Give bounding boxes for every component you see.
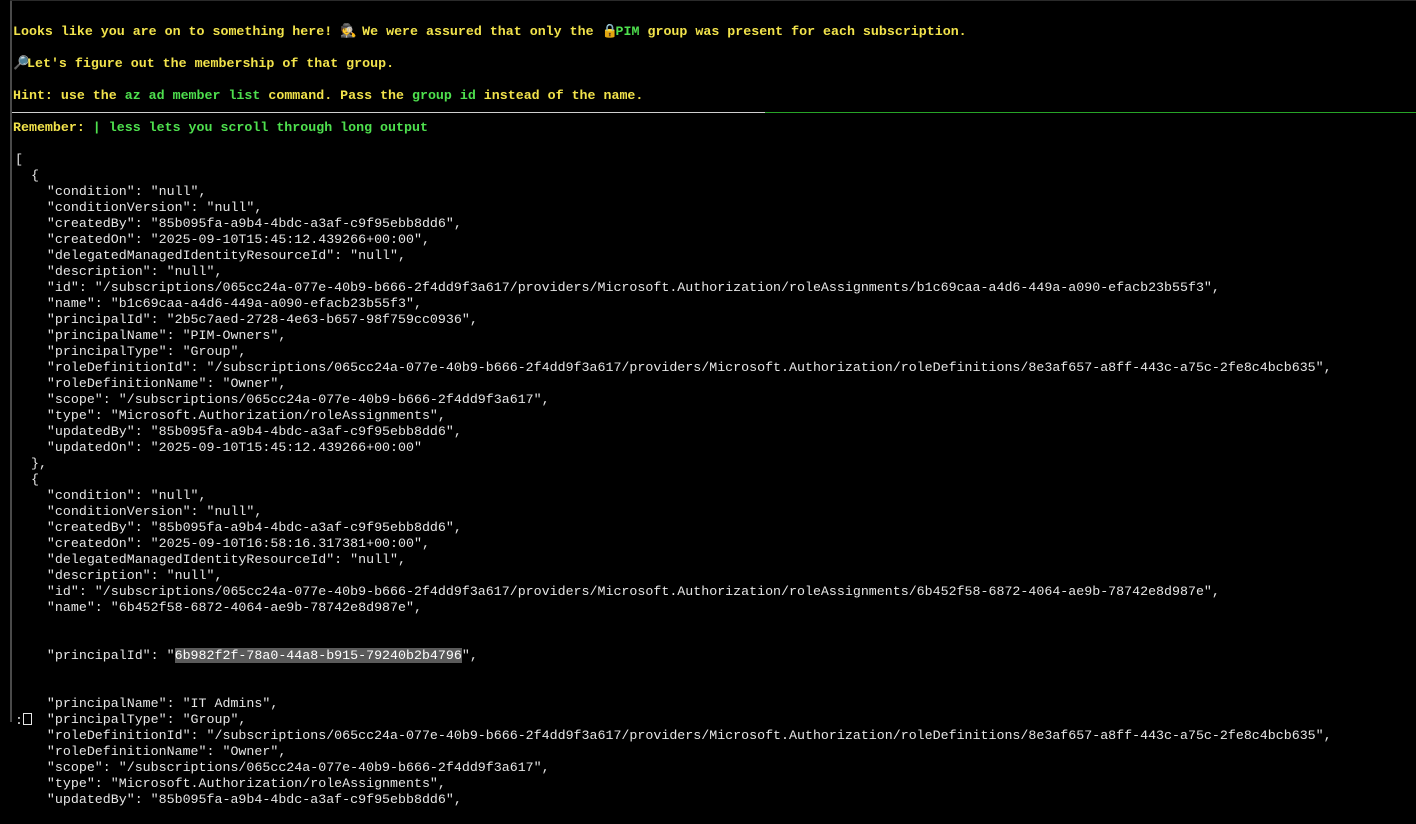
output-line: "name": "b1c69caa-a4d6-449a-a090-efacb23… xyxy=(15,296,422,311)
output-line: [ xyxy=(15,152,23,167)
output-line: "principalType": "Group", xyxy=(15,344,247,359)
output-line: "type": "Microsoft.Authorization/roleAss… xyxy=(15,776,446,791)
output-line: "name": "6b452f58-6872-4064-ae9b-78742e8… xyxy=(15,600,422,615)
terminal-output[interactable]: [ { "condition": "null", "conditionVersi… xyxy=(15,120,1332,824)
output-line: "delegatedManagedIdentityResourceId": "n… xyxy=(15,552,406,567)
output-line: "createdOn": "2025-09-10T16:58:16.317381… xyxy=(15,536,430,551)
output-line: "type": "Microsoft.Authorization/roleAss… xyxy=(15,408,446,423)
cursor-block xyxy=(22,713,32,725)
output-line-highlighted: "principalId": "6b982f2f-78a0-44a8-b915-… xyxy=(15,648,478,663)
instruction-line-3: Hint: use the az ad member list command.… xyxy=(13,88,644,103)
output-line: "scope": "/subscriptions/065cc24a-077e-4… xyxy=(15,760,550,775)
top-pane[interactable]: Looks like you are on to something here!… xyxy=(0,0,1416,135)
output-line: "principalName": "PIM-Owners", xyxy=(15,328,287,343)
instruction-line-2: 🔎Let's figure out the membership of that… xyxy=(13,56,395,71)
output-line: "conditionVersion": "null", xyxy=(15,504,263,519)
output-line: "description": "null", xyxy=(15,264,223,279)
output-line: "conditionVersion": "null", xyxy=(15,200,263,215)
output-line: "condition": "null", xyxy=(15,488,207,503)
output-line: "createdBy": "85b095fa-a9b4-4bdc-a3af-c9… xyxy=(15,216,462,231)
output-line: "principalId": "2b5c7aed-2728-4e63-b657-… xyxy=(15,312,478,327)
output-line: "id": "/subscriptions/065cc24a-077e-40b9… xyxy=(15,584,1220,599)
output-line: "updatedBy": "85b095fa-a9b4-4bdc-a3af-c9… xyxy=(15,792,462,807)
output-line: "description": "null", xyxy=(15,568,223,583)
magnifier-icon: 🔎 xyxy=(13,56,30,71)
output-line: "id": "/subscriptions/065cc24a-077e-40b9… xyxy=(15,280,1220,295)
output-line: "condition": "null", xyxy=(15,184,207,199)
output-line: "roleDefinitionName": "Owner", xyxy=(15,744,287,759)
detective-icon: 🕵 xyxy=(340,24,357,39)
output-line: "roleDefinitionId": "/subscriptions/065c… xyxy=(15,728,1332,743)
pane-divider[interactable] xyxy=(12,112,765,113)
lock-icon: 🔒 xyxy=(601,24,619,39)
instruction-line-1: Looks like you are on to something here!… xyxy=(13,24,967,39)
json-output-block-continued: "principalName": "IT Admins", "principal… xyxy=(15,696,1332,808)
output-line: "createdOn": "2025-09-10T15:45:12.439266… xyxy=(15,232,430,247)
output-line: }, xyxy=(15,456,47,471)
output-line: "delegatedManagedIdentityResourceId": "n… xyxy=(15,248,406,263)
output-line: "createdBy": "85b095fa-a9b4-4bdc-a3af-c9… xyxy=(15,520,462,535)
json-output-block: [ { "condition": "null", "conditionVersi… xyxy=(15,152,1332,616)
output-line: "principalName": "IT Admins", xyxy=(15,696,279,711)
selected-principal-id[interactable]: 6b982f2f-78a0-44a8-b915-79240b2b4796 xyxy=(174,648,462,663)
output-line: { xyxy=(15,472,39,487)
output-line: "roleDefinitionId": "/subscriptions/065c… xyxy=(15,360,1332,375)
pane-divider-active[interactable] xyxy=(765,112,1416,113)
output-line: "scope": "/subscriptions/065cc24a-077e-4… xyxy=(15,392,550,407)
less-prompt[interactable]: : xyxy=(15,713,32,729)
output-line: "updatedOn": "2025-09-10T15:45:12.439266… xyxy=(15,440,422,455)
output-line: "roleDefinitionName": "Owner", xyxy=(15,376,287,391)
output-line: "updatedBy": "85b095fa-a9b4-4bdc-a3af-c9… xyxy=(15,424,462,439)
output-line: { xyxy=(15,168,39,183)
output-line: "principalType": "Group", xyxy=(15,712,247,727)
